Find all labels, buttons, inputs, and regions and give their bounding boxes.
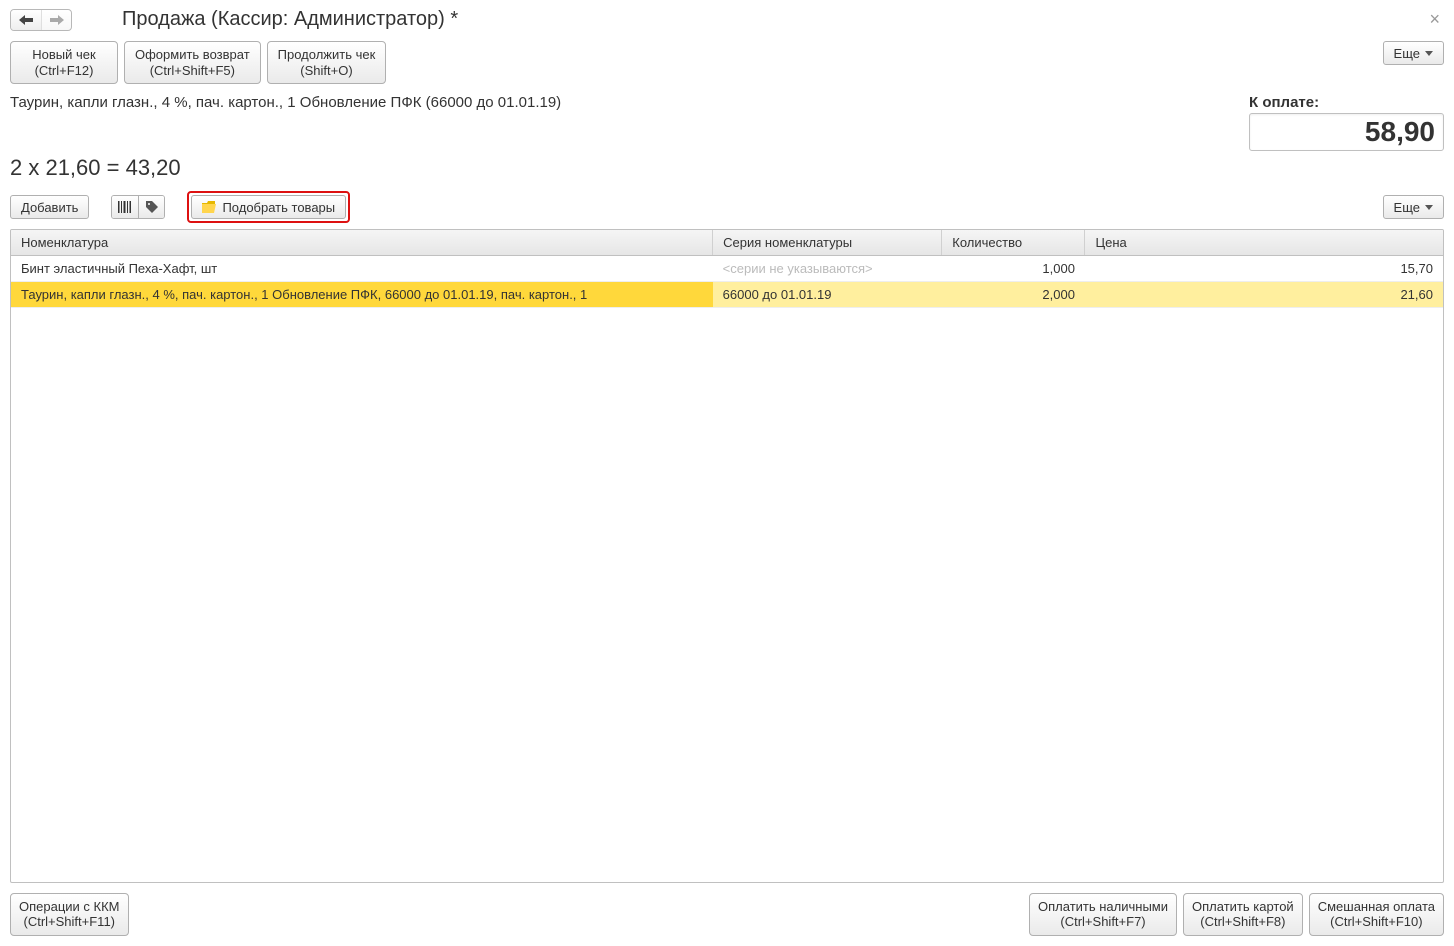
return-button[interactable]: Оформить возврат (Ctrl+Shift+F5) xyxy=(124,41,261,84)
button-label: Продолжить чек xyxy=(278,47,376,62)
cell-series: <серии не указываются> xyxy=(713,256,942,282)
button-shortcut: (Ctrl+Shift+F5) xyxy=(135,63,250,79)
to-pay-label: К оплате: xyxy=(1249,94,1444,111)
page-title: Продажа (Кассир: Администратор) * xyxy=(122,8,458,31)
pay-card-button[interactable]: Оплатить картой (Ctrl+Shift+F8) xyxy=(1183,893,1303,936)
footer-spacer xyxy=(129,893,1030,936)
col-header-price[interactable]: Цена xyxy=(1085,230,1443,256)
cell-series: 66000 до 01.01.19 xyxy=(713,282,942,308)
nav-back-button[interactable] xyxy=(11,10,41,30)
button-label: Добавить xyxy=(21,200,78,215)
button-shortcut: (Ctrl+Shift+F10) xyxy=(1330,914,1422,929)
tag-icon xyxy=(145,200,159,214)
button-label: Оплатить картой xyxy=(1192,899,1294,914)
close-button[interactable]: × xyxy=(1425,9,1444,30)
table-header-row: Номенклатура Серия номенклатуры Количест… xyxy=(11,230,1443,256)
barcode-icon xyxy=(118,200,132,214)
more-button-table[interactable]: Еще xyxy=(1383,195,1444,219)
table-row[interactable]: Таурин, капли глазн., 4 %, пач. картон.,… xyxy=(11,282,1443,308)
table-row[interactable]: Бинт эластичный Пеха-Хафт, шт<серии не у… xyxy=(11,256,1443,282)
info-row: Таурин, капли глазн., 4 %, пач. картон.,… xyxy=(10,94,1444,151)
button-label: Подобрать товары xyxy=(222,200,335,215)
nav-forward-button[interactable] xyxy=(41,10,71,30)
select-goods-highlight: Подобрать товары xyxy=(187,191,350,223)
cell-qty: 2,000 xyxy=(942,282,1085,308)
add-button[interactable]: Добавить xyxy=(10,195,89,219)
pay-cash-button[interactable]: Оплатить наличными (Ctrl+Shift+F7) xyxy=(1029,893,1177,936)
button-shortcut: (Ctrl+Shift+F11) xyxy=(24,914,116,929)
button-label: Операции с ККМ xyxy=(19,899,120,914)
col-header-name[interactable]: Номенклатура xyxy=(11,230,713,256)
nav-buttons xyxy=(10,9,72,31)
footer-toolbar: Операции с ККМ (Ctrl+Shift+F11) Оплатить… xyxy=(10,893,1444,936)
arrow-left-icon xyxy=(19,15,33,25)
folder-icon xyxy=(202,201,216,213)
title-bar: Продажа (Кассир: Администратор) * × xyxy=(10,8,1444,31)
calculation-line: 2 x 21,60 = 43,20 xyxy=(10,155,1444,181)
cell-name: Таурин, капли глазн., 4 %, пач. картон.,… xyxy=(11,282,713,308)
cell-qty: 1,000 xyxy=(942,256,1085,282)
new-check-button[interactable]: Новый чек (Ctrl+F12) xyxy=(10,41,118,84)
button-shortcut: (Ctrl+Shift+F7) xyxy=(1060,914,1145,929)
continue-check-button[interactable]: Продолжить чек (Shift+O) xyxy=(267,41,387,84)
barcode-button[interactable] xyxy=(112,196,138,218)
to-pay-box: К оплате: 58,90 xyxy=(1249,94,1444,151)
kkm-operations-button[interactable]: Операции с ККМ (Ctrl+Shift+F11) xyxy=(10,893,129,936)
cell-price: 21,60 xyxy=(1085,282,1443,308)
button-shortcut: (Ctrl+Shift+F8) xyxy=(1200,914,1285,929)
button-label: Еще xyxy=(1394,46,1420,61)
col-header-series[interactable]: Серия номенклатуры xyxy=(713,230,942,256)
select-goods-button[interactable]: Подобрать товары xyxy=(191,195,346,219)
mixed-payment-button[interactable]: Смешанная оплата (Ctrl+Shift+F10) xyxy=(1309,893,1444,936)
col-header-qty[interactable]: Количество xyxy=(942,230,1085,256)
button-label: Еще xyxy=(1394,200,1420,215)
button-label: Смешанная оплата xyxy=(1318,899,1435,914)
button-label: Оформить возврат xyxy=(135,47,250,62)
to-pay-amount: 58,90 xyxy=(1249,113,1444,151)
tag-button[interactable] xyxy=(138,196,164,218)
button-shortcut: (Ctrl+F12) xyxy=(21,63,107,79)
icon-button-group xyxy=(111,195,165,219)
toolbar-secondary: Добавить xyxy=(10,191,1444,223)
button-label: Новый чек xyxy=(32,47,95,62)
current-item-description: Таурин, капли глазн., 4 %, пач. картон.,… xyxy=(10,94,561,111)
arrow-right-icon xyxy=(50,15,64,25)
items-table-container: Номенклатура Серия номенклатуры Количест… xyxy=(10,229,1444,883)
button-shortcut: (Shift+O) xyxy=(278,63,376,79)
toolbar-primary: Новый чек (Ctrl+F12) Оформить возврат (C… xyxy=(10,41,1444,84)
app-root: Продажа (Кассир: Администратор) * × Новы… xyxy=(0,0,1454,946)
chevron-down-icon xyxy=(1425,205,1433,210)
cell-price: 15,70 xyxy=(1085,256,1443,282)
chevron-down-icon xyxy=(1425,51,1433,56)
items-table[interactable]: Номенклатура Серия номенклатуры Количест… xyxy=(11,230,1443,308)
button-label: Оплатить наличными xyxy=(1038,899,1168,914)
more-button-top[interactable]: Еще xyxy=(1383,41,1444,65)
cell-name: Бинт эластичный Пеха-Хафт, шт xyxy=(11,256,713,282)
